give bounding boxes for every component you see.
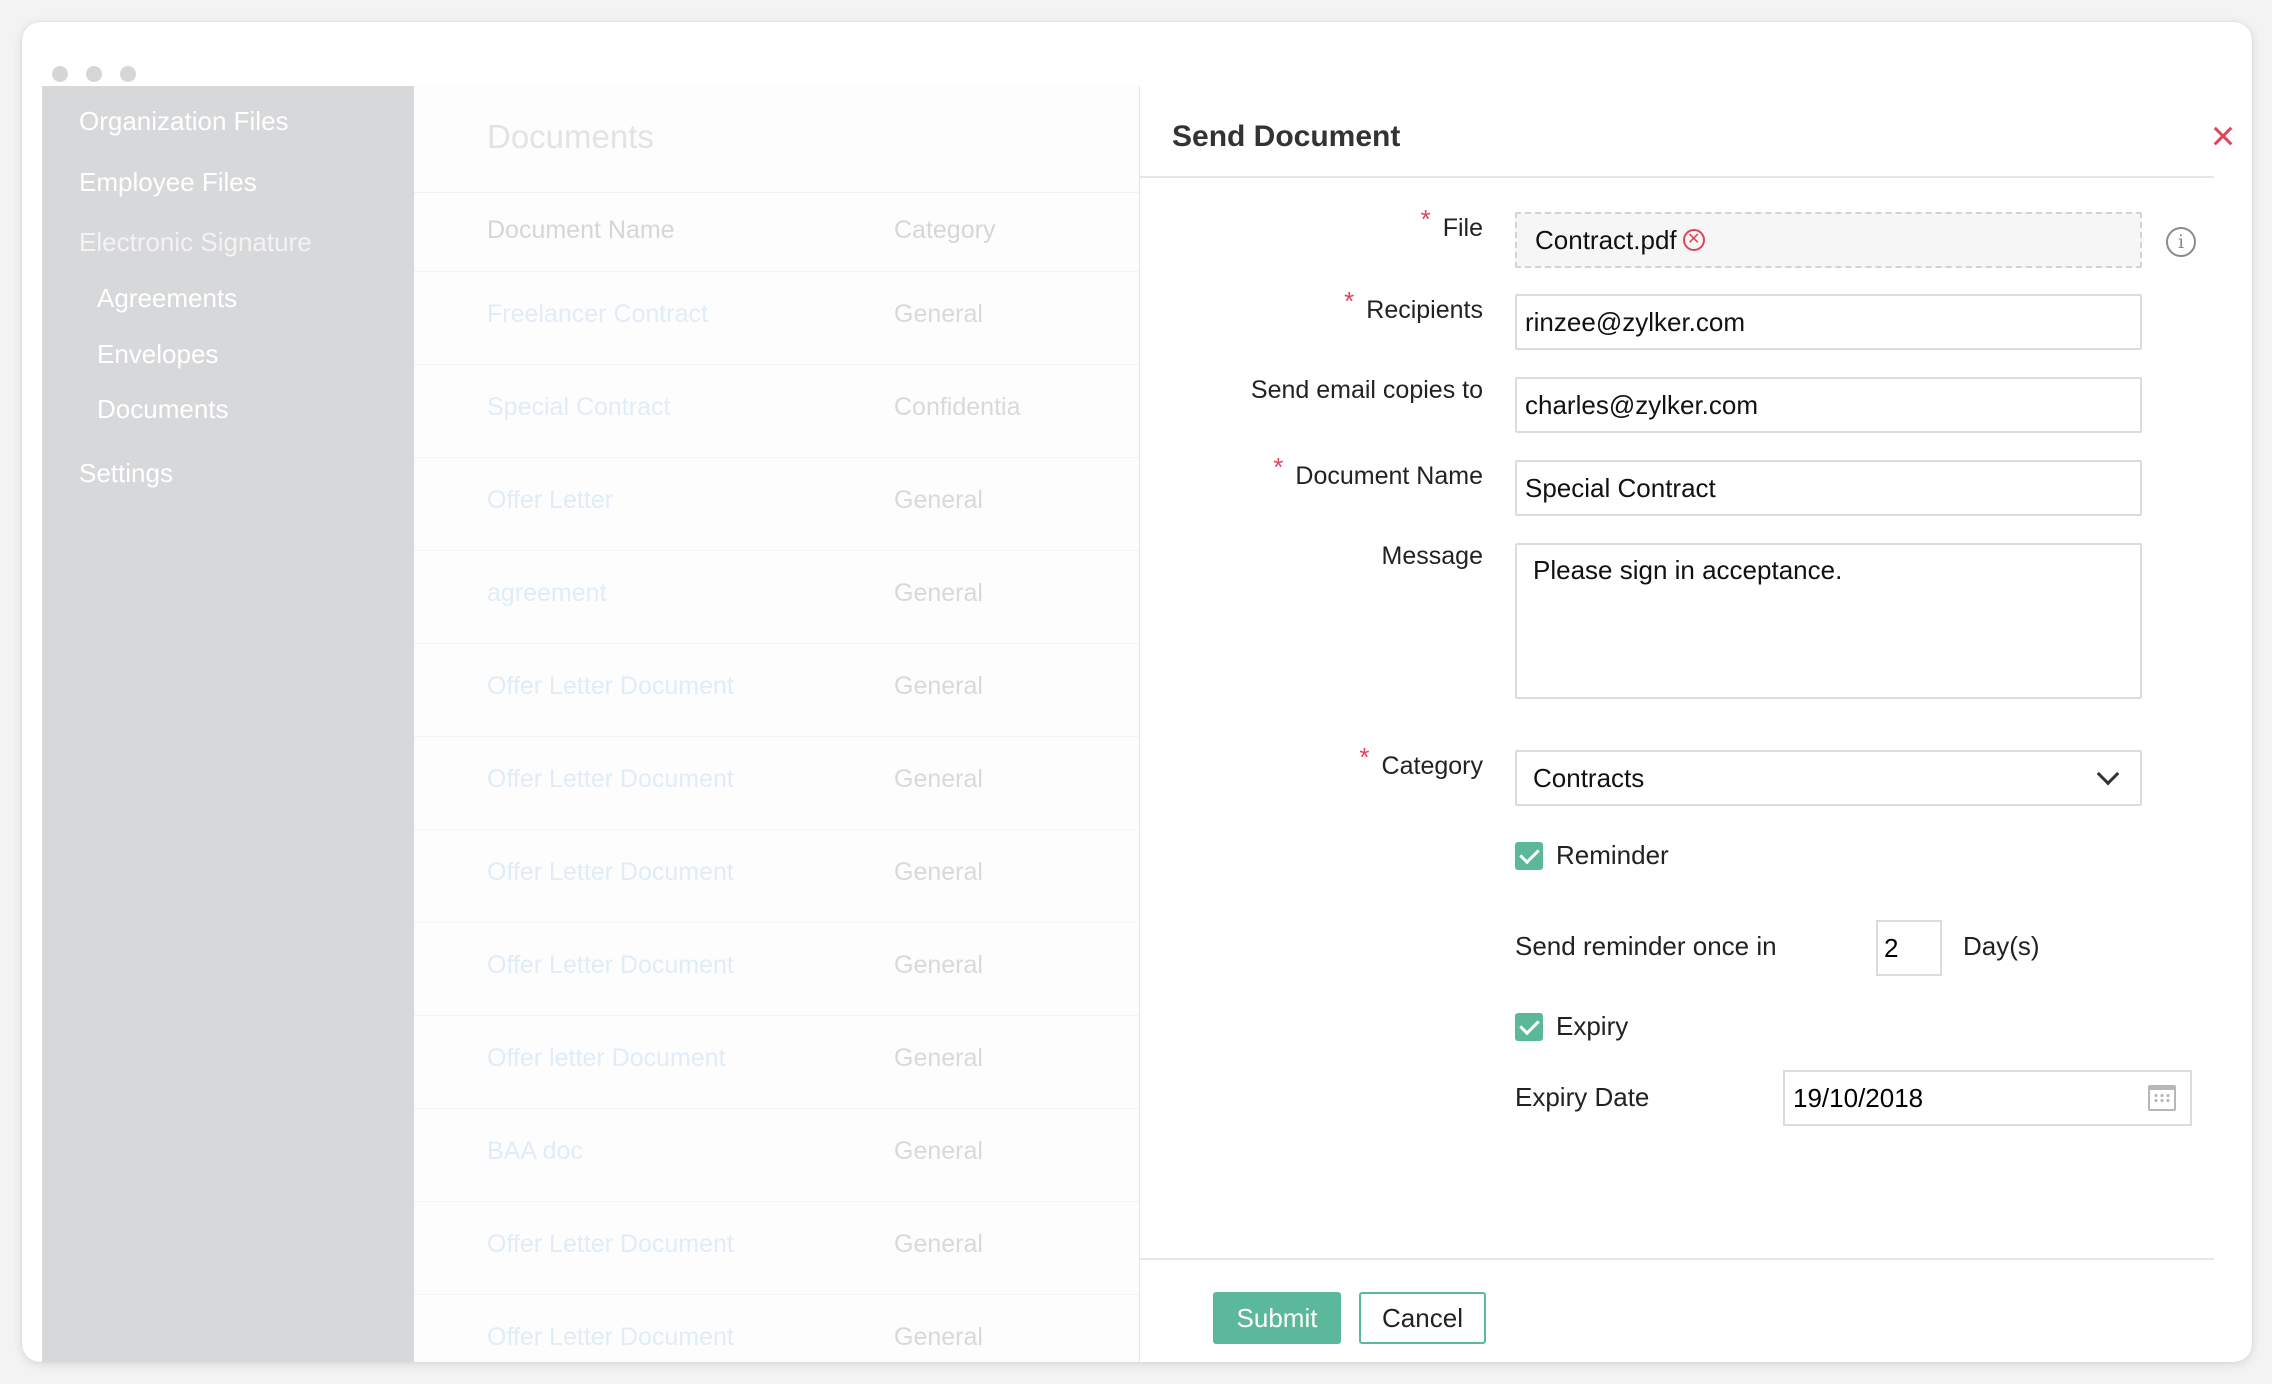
reminder-unit-label: Day(s) <box>1963 931 2040 961</box>
document-name-link[interactable]: Offer Letter Document <box>487 1230 734 1259</box>
recipients-label: * Recipients <box>1344 286 1483 324</box>
dialog-footer-divider <box>1140 1258 2214 1260</box>
required-asterisk: * <box>1273 452 1284 482</box>
close-icon[interactable]: × <box>2203 115 2234 157</box>
document-name-link[interactable]: Offer Letter <box>487 486 613 515</box>
document-category: Confidentia <box>894 393 1021 421</box>
table-row[interactable]: Special Contract Confidentia <box>414 364 1139 457</box>
document-category: General <box>894 1323 983 1351</box>
submit-button[interactable]: Submit <box>1213 1292 1341 1344</box>
table-row[interactable]: Offer Letter General <box>414 457 1139 550</box>
info-icon[interactable]: i <box>2166 227 2196 257</box>
app-window: Organization Files Employee Files Electr… <box>22 22 2252 1362</box>
recipients-input[interactable]: rinzee@zylker.com <box>1515 294 2142 350</box>
document-name-link[interactable]: Offer Letter Document <box>487 672 734 701</box>
documents-list: Documents Document Name Category Freelan… <box>414 86 1139 1362</box>
document-category: General <box>894 1230 983 1258</box>
column-header-category[interactable]: Category <box>894 216 995 245</box>
dialog-header-divider <box>1140 176 2214 178</box>
table-row[interactable]: Offer Letter Document General <box>414 1201 1139 1294</box>
document-category: General <box>894 486 983 514</box>
sidebar: Organization Files Employee Files Electr… <box>42 86 414 1362</box>
sidebar-item-electronic-signature[interactable]: Electronic Signature <box>79 227 312 258</box>
sidebar-item-organization-files[interactable]: Organization Files <box>79 106 289 137</box>
sidebar-item-documents[interactable]: Documents <box>97 394 229 425</box>
file-label: * File <box>1420 204 1483 242</box>
document-name-link[interactable]: Special Contract <box>487 393 670 422</box>
file-name: Contract.pdf <box>1535 224 1677 255</box>
table-row[interactable]: BAA doc General <box>414 1108 1139 1201</box>
email-copies-input[interactable]: charles@zylker.com <box>1515 377 2142 433</box>
cancel-button[interactable]: Cancel <box>1359 1292 1486 1344</box>
document-category: General <box>894 951 983 979</box>
send-document-dialog: Send Document × * File Contract.pdf ✕ i *… <box>1139 86 2234 1362</box>
message-textarea[interactable]: Please sign in acceptance. <box>1515 543 2142 699</box>
app-content: Organization Files Employee Files Electr… <box>42 86 2234 1362</box>
table-row[interactable]: Offer Letter Document General <box>414 1294 1139 1362</box>
sidebar-item-agreements[interactable]: Agreements <box>97 283 237 314</box>
document-name-input[interactable]: Special Contract <box>1515 460 2142 516</box>
window-controls <box>52 66 136 82</box>
table-row[interactable]: agreement General <box>414 550 1139 643</box>
document-category: General <box>894 1137 983 1165</box>
document-category: General <box>894 579 983 607</box>
document-name-link[interactable]: Offer Letter Document <box>487 765 734 794</box>
sidebar-item-settings[interactable]: Settings <box>79 458 173 489</box>
email-copies-label: Send email copies to <box>1250 376 1483 404</box>
expiry-date-label: Expiry Date <box>1515 1082 1650 1112</box>
required-asterisk: * <box>1420 204 1431 234</box>
reminder-checkbox[interactable] <box>1515 842 1543 870</box>
window-dot-minimize[interactable] <box>86 66 102 82</box>
sidebar-item-employee-files[interactable]: Employee Files <box>79 167 257 198</box>
document-category: General <box>894 858 983 886</box>
dialog-title: Send Document <box>1172 120 1401 153</box>
category-label: * Category <box>1359 742 1483 780</box>
message-label: Message <box>1381 542 1483 570</box>
expiry-label[interactable]: Expiry <box>1556 1011 1628 1042</box>
page-title: Documents <box>487 118 654 155</box>
document-category: General <box>894 1044 983 1072</box>
table-row[interactable]: Offer letter Document General <box>414 1015 1139 1108</box>
chevron-down-icon <box>2096 762 2120 786</box>
document-name-link[interactable]: Offer Letter Document <box>487 1323 734 1352</box>
document-category: General <box>894 765 983 793</box>
document-name-link[interactable]: Freelancer Contract <box>487 300 708 329</box>
category-selected-value: Contracts <box>1533 762 1645 793</box>
required-asterisk: * <box>1359 742 1370 772</box>
reminder-label[interactable]: Reminder <box>1556 840 1669 871</box>
table-row[interactable]: Offer Letter Document General <box>414 922 1139 1015</box>
expiry-checkbox[interactable] <box>1515 1013 1543 1041</box>
expiry-date-input[interactable]: 19/10/2018 <box>1783 1070 2192 1126</box>
document-name-link[interactable]: BAA doc <box>487 1137 583 1166</box>
remove-file-icon[interactable]: ✕ <box>1682 229 1705 251</box>
document-name-link[interactable]: Offer letter Document <box>487 1044 726 1073</box>
window-dot-close[interactable] <box>52 66 68 82</box>
column-header-document-name[interactable]: Document Name <box>487 216 675 245</box>
document-name-label: * Document Name <box>1273 452 1483 490</box>
document-name-link[interactable]: Offer Letter Document <box>487 858 734 887</box>
table-row[interactable]: Freelancer Contract General <box>414 271 1139 364</box>
window-dot-zoom[interactable] <box>120 66 136 82</box>
document-category: General <box>894 300 983 328</box>
table-row[interactable]: Offer Letter Document General <box>414 643 1139 736</box>
sidebar-item-envelopes[interactable]: Envelopes <box>97 339 218 370</box>
reminder-interval-input[interactable]: 2 <box>1876 920 1942 976</box>
document-category: General <box>894 672 983 700</box>
list-divider <box>414 192 1139 193</box>
table-row[interactable]: Offer Letter Document General <box>414 736 1139 829</box>
expiry-date-value: 19/10/2018 <box>1793 1082 1924 1113</box>
document-name-link[interactable]: Offer Letter Document <box>487 951 734 980</box>
reminder-interval-label: Send reminder once in <box>1515 931 1777 961</box>
table-row[interactable]: Offer Letter Document General <box>414 829 1139 922</box>
calendar-icon[interactable] <box>2148 1085 2176 1111</box>
required-asterisk: * <box>1344 286 1355 316</box>
file-attachment[interactable]: Contract.pdf ✕ <box>1515 212 2142 268</box>
document-name-link[interactable]: agreement <box>487 579 607 608</box>
category-select[interactable]: Contracts <box>1515 750 2142 806</box>
